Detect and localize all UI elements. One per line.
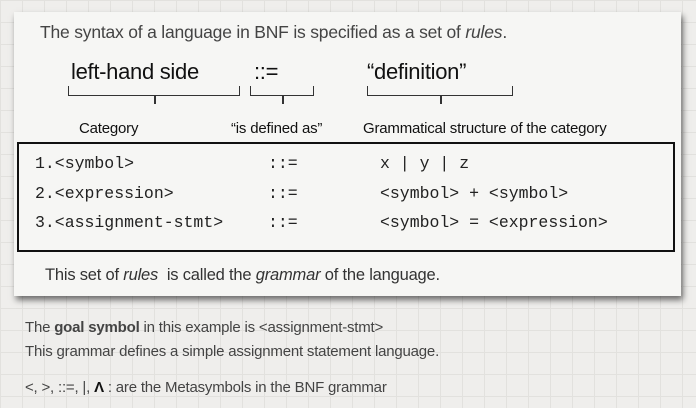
rule-2-op: ::= — [268, 184, 298, 203]
rule-2-lhs: 2.<expression> — [35, 184, 174, 203]
rule-3-rhs: <symbol> = <expression> — [380, 213, 608, 232]
metasymbols-note: <, >, ::=, |, Λ : are the Metasymbols in… — [25, 379, 387, 396]
lhs-heading: left-hand side — [71, 59, 199, 84]
definition-heading: “definition” — [367, 59, 467, 84]
note3-bold: Λ — [94, 379, 104, 396]
rules-box: 1.<symbol> ::= x | y | z 2.<expression> … — [17, 142, 675, 252]
grammar-note: This grammar defines a simple assignment… — [25, 343, 440, 360]
definition-brace — [367, 86, 513, 104]
note1-bold: goal symbol — [54, 319, 140, 336]
rule-1-op: ::= — [268, 154, 298, 173]
defined-as-label: “is defined as” — [231, 120, 323, 137]
intro-pre: The syntax of a language in BNF is speci… — [40, 22, 466, 42]
rule-1-lhs: 1.<symbol> — [35, 154, 135, 173]
intro-text: The syntax of a language in BNF is speci… — [40, 22, 507, 43]
defined-as-brace — [250, 86, 314, 104]
rule-2-rhs: <symbol> + <symbol> — [380, 184, 569, 203]
rule-1-rhs: x | y | z — [380, 154, 470, 173]
intro-em: rules — [465, 22, 503, 42]
footer-pre: This set of — [45, 266, 124, 284]
footer-em-rules: rules — [123, 266, 159, 284]
rule-3-lhs: 3.<assignment-stmt> — [35, 213, 224, 232]
grammar-footer: This set of rules is called the grammar … — [45, 266, 440, 285]
note3-post: : are the Metasymbols in the BNF grammar — [103, 379, 387, 396]
lhs-brace — [68, 86, 240, 104]
intro-post: . — [502, 22, 507, 42]
note1-pre: The — [25, 319, 55, 336]
category-label: Category — [79, 120, 139, 137]
footer-em-grammar: grammar — [255, 266, 321, 284]
note1-post: in this example is <assignment-stmt> — [139, 319, 384, 336]
rule-3-op: ::= — [268, 213, 298, 232]
note3-pre: <, >, ::=, |, — [25, 379, 95, 396]
footer-mid: is called the — [158, 266, 256, 284]
defined-as-heading: ::= — [254, 59, 279, 84]
goal-symbol-note: The goal symbol in this example is <assi… — [25, 319, 383, 336]
structure-label: Grammatical structure of the category — [363, 120, 607, 137]
slide-card: The syntax of a language in BNF is speci… — [14, 12, 681, 296]
footer-post: of the language. — [320, 266, 440, 284]
